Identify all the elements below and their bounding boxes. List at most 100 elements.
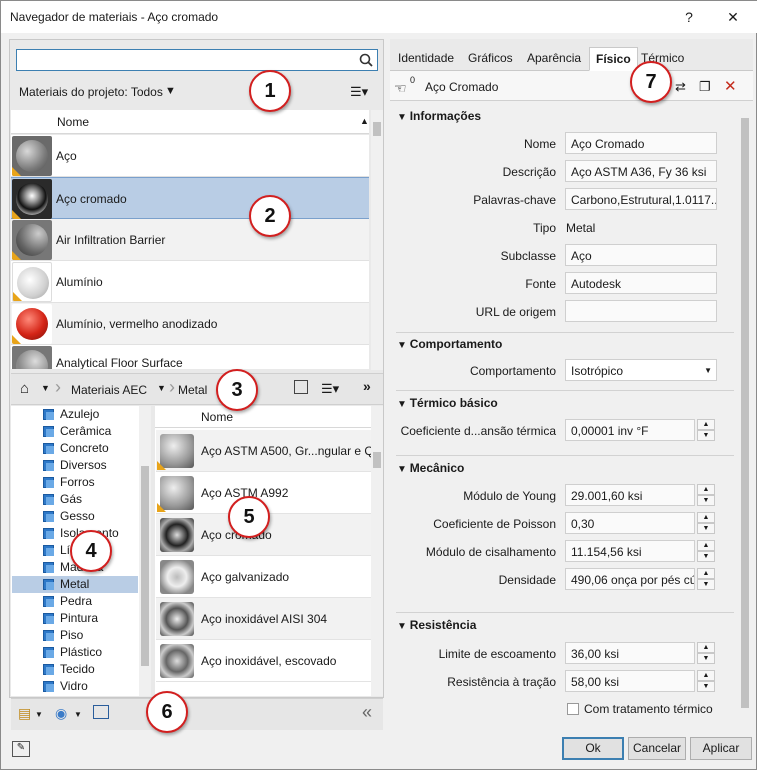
- tratamento-checkbox[interactable]: [567, 703, 579, 715]
- window-title: Navegador de materiais - Aço cromado: [10, 10, 219, 24]
- escoamento-field[interactable]: 36,00 ksi: [565, 642, 695, 664]
- palavras-chave-field[interactable]: Carbono,Estrutural,1.0117...: [565, 188, 717, 210]
- tree-item[interactable]: Gesso: [12, 508, 138, 525]
- material-thumbnail: [12, 262, 52, 302]
- subclasse-field[interactable]: Aço: [565, 244, 717, 266]
- descricao-field[interactable]: Aço ASTM A36, Fy 36 ksi: [565, 160, 717, 182]
- close-button[interactable]: ✕: [711, 1, 755, 33]
- material-thumbnail: [12, 346, 52, 369]
- section-termico-basico[interactable]: Térmico básico: [397, 396, 498, 410]
- coef-expansao-field[interactable]: 0,00001 inv °F: [565, 419, 695, 441]
- tree-item[interactable]: Piso: [12, 627, 138, 644]
- escoamento-stepper[interactable]: ▲ ▼: [697, 642, 715, 664]
- library-column-header[interactable]: Nome: [155, 406, 383, 428]
- help-button[interactable]: ?: [667, 1, 711, 33]
- cisalhamento-stepper[interactable]: ▲ ▼: [697, 540, 715, 562]
- asset-browser-icon[interactable]: [93, 705, 109, 719]
- view-options-icon[interactable]: ☰▾: [350, 84, 368, 100]
- densidade-field[interactable]: 490,06 onça por pés cúbi: [565, 568, 695, 590]
- url-field[interactable]: [565, 300, 717, 322]
- bottom-toolbar: ▤ ▼ ◉ ▼ «: [11, 698, 383, 730]
- search-input[interactable]: [16, 49, 378, 71]
- create-material-icon[interactable]: ◉: [55, 705, 67, 722]
- collapse-icon[interactable]: »: [363, 378, 371, 394]
- young-field[interactable]: 29.001,60 ksi: [565, 484, 695, 506]
- poisson-field[interactable]: 0,30: [565, 512, 695, 534]
- apply-button[interactable]: Aplicar: [690, 737, 752, 760]
- breadcrumb-item[interactable]: Materiais AEC: [71, 383, 147, 397]
- young-stepper[interactable]: ▲ ▼: [697, 484, 715, 506]
- tab-graficos[interactable]: Gráficos: [462, 47, 519, 71]
- tree-item[interactable]: Plástico: [12, 644, 138, 661]
- tree-item[interactable]: Pedra: [12, 593, 138, 610]
- breadcrumb-item[interactable]: Metal: [178, 383, 207, 397]
- tracao-field[interactable]: 58,00 ksi: [565, 670, 695, 692]
- view-options-icon[interactable]: ☰▾: [321, 381, 339, 397]
- cisalhamento-field[interactable]: 11.154,56 ksi: [565, 540, 695, 562]
- nome-field[interactable]: Aço Cromado: [565, 132, 717, 154]
- duplicate-asset-icon[interactable]: ❐: [699, 79, 711, 95]
- poisson-stepper[interactable]: ▲ ▼: [697, 512, 715, 534]
- section-mecanico[interactable]: Mecânico: [397, 461, 465, 475]
- cancel-button[interactable]: Cancelar: [628, 737, 686, 760]
- material-thumbnail: [12, 179, 52, 219]
- ok-button[interactable]: Ok: [562, 737, 624, 760]
- section-informacoes[interactable]: Informações: [397, 109, 481, 123]
- collapse-left-icon[interactable]: «: [362, 702, 372, 723]
- project-filter-label[interactable]: Materiais do projeto: Todos: [19, 85, 163, 99]
- tracao-stepper[interactable]: ▲ ▼: [697, 670, 715, 692]
- section-comportamento[interactable]: Comportamento: [397, 337, 503, 351]
- tab-aparencia[interactable]: Aparência: [521, 47, 587, 71]
- tab-identidade[interactable]: Identidade: [392, 47, 460, 71]
- list-item[interactable]: Aço galvanizado: [156, 556, 371, 598]
- tree-item[interactable]: Azulejo: [12, 406, 138, 423]
- tree-item-selected[interactable]: Metal: [12, 576, 138, 593]
- remove-asset-icon[interactable]: ✕: [724, 77, 737, 95]
- tree-item[interactable]: Concreto: [12, 440, 138, 457]
- coef-stepper[interactable]: ▲ ▼: [697, 419, 715, 441]
- open-library-icon[interactable]: ▤: [18, 705, 31, 722]
- tree-item[interactable]: Diversos: [12, 457, 138, 474]
- tree-item[interactable]: Forros: [12, 474, 138, 491]
- library-toolbar: ⌂ ▼ › Materiais AEC ▼ › Metal ☰▾ »: [11, 373, 383, 405]
- fonte-field[interactable]: Autodesk: [565, 272, 717, 294]
- edit-icon[interactable]: ✎: [12, 741, 30, 757]
- tree-item[interactable]: Pintura: [12, 610, 138, 627]
- list-item[interactable]: Aço ASTM A500, Gr...ngular e Qu: [156, 430, 371, 472]
- list-item[interactable]: Aço cromado: [11, 177, 369, 219]
- chevron-down-icon[interactable]: ▼: [157, 383, 166, 393]
- project-scrollbar[interactable]: [371, 110, 383, 370]
- title-bar: Navegador de materiais - Aço cromado ? ✕: [1, 1, 757, 33]
- home-icon[interactable]: ⌂: [20, 380, 29, 397]
- tree-item[interactable]: Vidro: [12, 678, 138, 695]
- callout-5: 5: [228, 496, 270, 538]
- tratamento-label: Com tratamento térmico: [584, 702, 713, 716]
- tree-item[interactable]: Tecido: [12, 661, 138, 678]
- material-thumbnail: [12, 220, 52, 260]
- chevron-down-icon[interactable]: ▼: [41, 383, 50, 393]
- comportamento-select[interactable]: Isotrópico ▼: [565, 359, 717, 381]
- list-item[interactable]: Alumínio: [11, 261, 369, 303]
- list-item[interactable]: Aço inoxidável, escovado: [156, 640, 371, 682]
- tree-item[interactable]: Cerâmica: [12, 423, 138, 440]
- densidade-stepper[interactable]: ▲ ▼: [697, 568, 715, 590]
- list-item[interactable]: Aço inoxidável AISI 304: [156, 598, 371, 640]
- callout-7: 7: [630, 61, 672, 103]
- tab-fisico[interactable]: Físico: [589, 47, 638, 71]
- filter-icon[interactable]: ▼: [165, 85, 176, 97]
- project-column-header[interactable]: Nome ▲: [11, 110, 369, 134]
- list-item[interactable]: Aço: [11, 135, 369, 177]
- replace-asset-icon[interactable]: ⇄: [675, 79, 686, 95]
- library-scrollbar[interactable]: [371, 406, 383, 696]
- section-resistencia[interactable]: Resistência: [397, 618, 477, 632]
- list-item[interactable]: Analytical Floor Surface: [11, 345, 369, 369]
- search-text[interactable]: [17, 50, 357, 70]
- list-item[interactable]: Alumínio, vermelho anodizado: [11, 303, 369, 345]
- properties-scrollbar[interactable]: [739, 102, 751, 730]
- tree-scrollbar[interactable]: [139, 406, 151, 696]
- material-browser-window: Navegador de materiais - Aço cromado ? ✕…: [0, 0, 757, 770]
- search-icon[interactable]: [359, 53, 373, 67]
- list-item[interactable]: Air Infiltration Barrier: [11, 219, 369, 261]
- panel-toggle-icon[interactable]: [294, 380, 308, 394]
- tree-item[interactable]: Gás: [12, 491, 138, 508]
